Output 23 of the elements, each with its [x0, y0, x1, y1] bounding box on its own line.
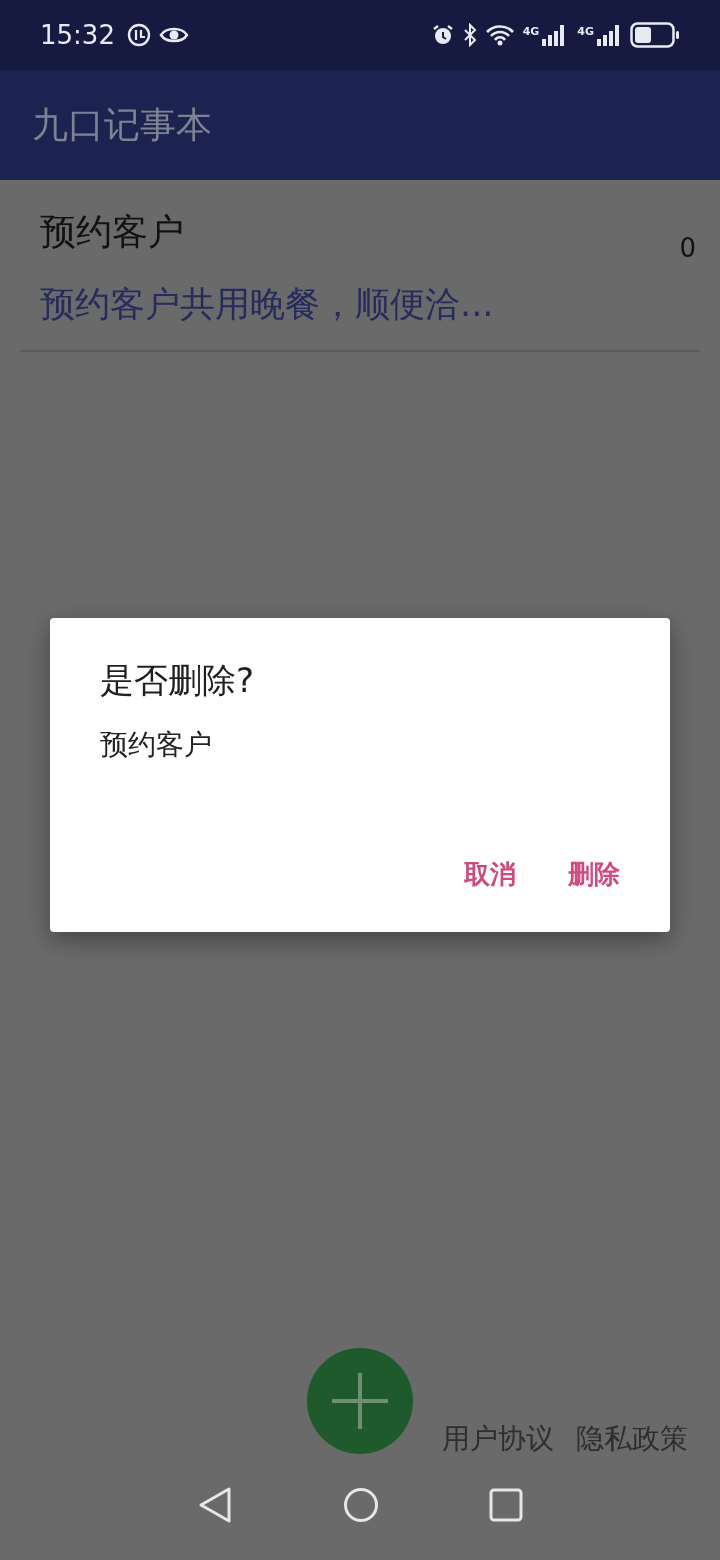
- network-type-label: 4G: [577, 26, 594, 37]
- bluetooth-icon: [462, 23, 477, 47]
- note-count: 0: [679, 233, 696, 263]
- cancel-button[interactable]: 取消: [450, 851, 530, 898]
- network-type-label: 4G: [522, 26, 540, 37]
- app-title: 九口记事本: [32, 102, 212, 147]
- recents-icon[interactable]: [489, 1488, 523, 1522]
- data-saver-icon: [126, 23, 151, 47]
- eye-icon: [158, 25, 189, 45]
- signal-icon: [596, 23, 622, 47]
- user-agreement-link[interactable]: 用户协议: [442, 1420, 554, 1458]
- battery-icon: [630, 22, 680, 48]
- dialog-message: 预约客户: [100, 727, 213, 763]
- wifi-icon: [484, 24, 515, 46]
- note-preview: 预约客户共用晚餐，顺便洽...: [40, 283, 495, 326]
- home-icon[interactable]: [343, 1487, 379, 1523]
- dialog-title: 是否删除?: [100, 659, 256, 702]
- back-icon[interactable]: [197, 1486, 233, 1524]
- note-title: 预约客户: [40, 210, 184, 254]
- delete-button[interactable]: 删除: [554, 851, 634, 898]
- status-time: 15:32: [40, 20, 115, 50]
- privacy-policy-link[interactable]: 隐私政策: [576, 1420, 688, 1458]
- plus-icon: [330, 1371, 390, 1431]
